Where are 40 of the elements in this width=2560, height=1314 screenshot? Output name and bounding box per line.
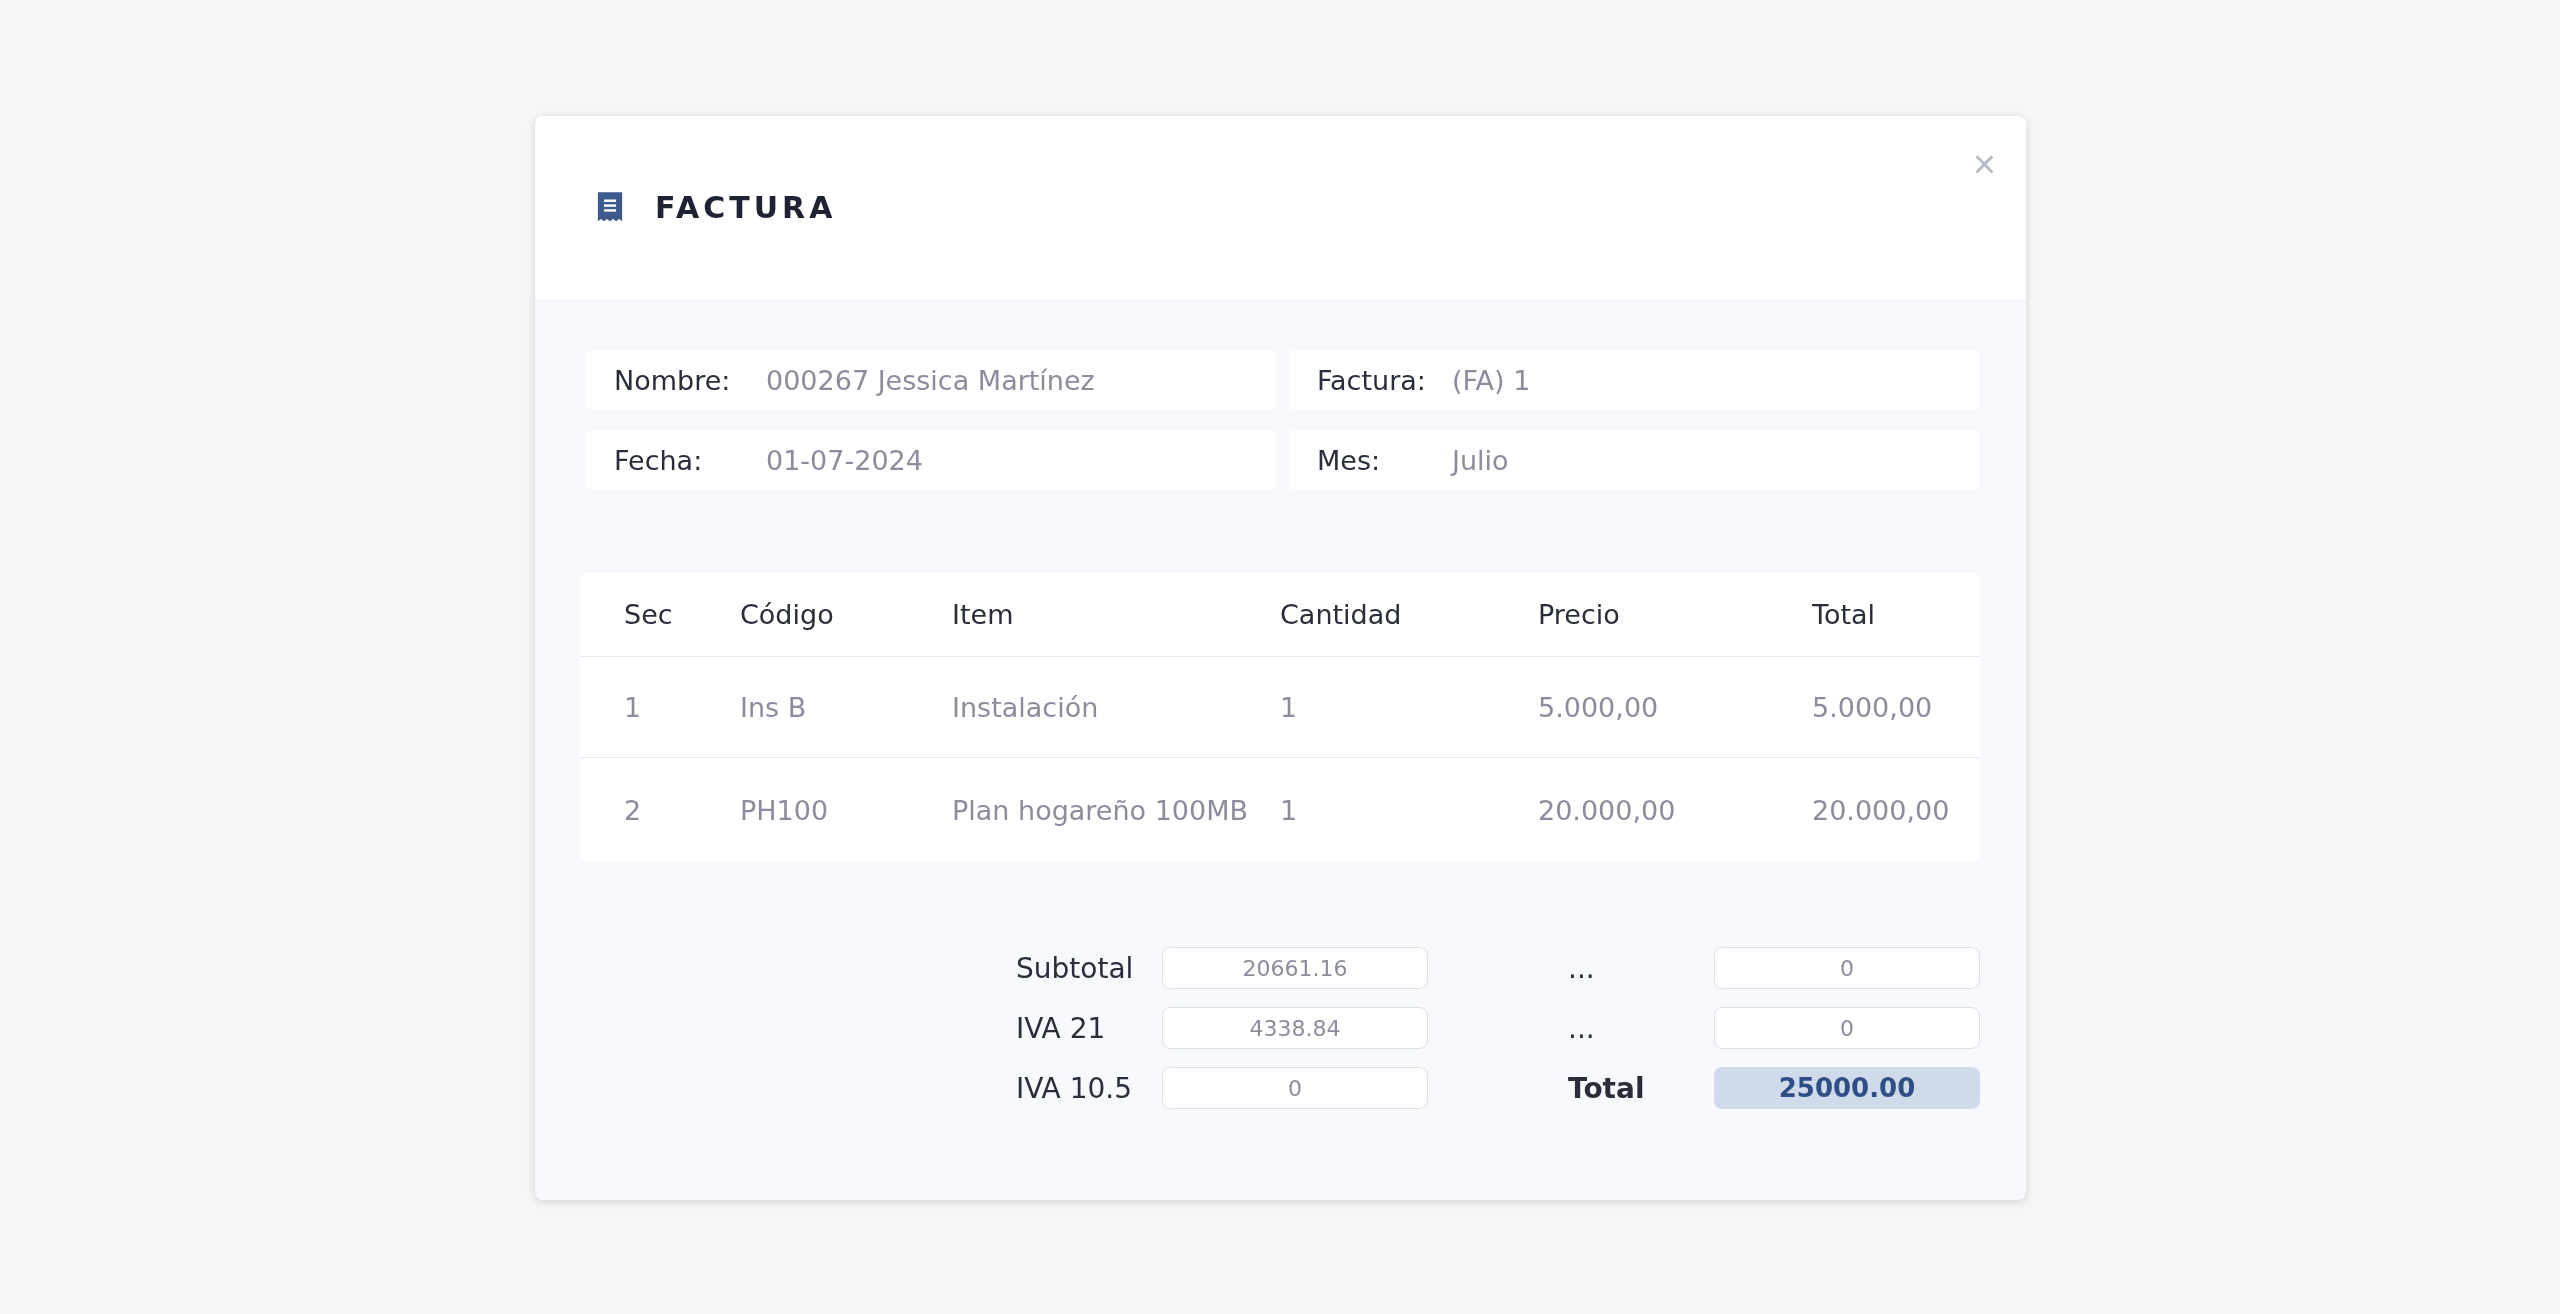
total-label: ... (1568, 951, 1596, 985)
table-cell-text: 5.000,00 (1812, 691, 1934, 723)
table-cell-text: 20.000,00 (1812, 794, 1951, 826)
column-header: Sec (624, 599, 674, 630)
field-label: Nombre: (614, 364, 732, 396)
amount-field[interactable]: 4338.84 (1162, 1007, 1428, 1049)
amount-field[interactable]: 0 (1162, 1067, 1428, 1109)
total-label: Total (1568, 1071, 1646, 1105)
table-cell-text: 5.000,00 (1538, 691, 1660, 723)
field-label: Mes: (1317, 444, 1382, 476)
total-label: Subtotal (1016, 951, 1135, 985)
table-cell-text: 1 (1280, 691, 1299, 723)
total-label: IVA 10.5 (1016, 1071, 1134, 1105)
total-label: ... (1568, 1011, 1596, 1045)
amount-field[interactable]: 0 (1714, 947, 1980, 989)
column-header: Cantidad (1280, 599, 1403, 630)
field-label: Factura: (1317, 364, 1427, 396)
close-button[interactable]: × (1964, 138, 2004, 191)
table-cell-text: Ins B (740, 691, 808, 723)
column-header: Precio (1538, 599, 1621, 630)
amount-field[interactable]: 0 (1714, 1007, 1980, 1049)
dialog-title: FACTURA (655, 190, 837, 225)
field-value: 01-07-2024 (766, 444, 923, 476)
total-label: IVA 21 (1016, 1011, 1107, 1045)
table-cell-text: Instalación (952, 691, 1100, 723)
column-header: Total (1812, 599, 1877, 630)
field-value: (FA) 1 (1452, 364, 1531, 396)
table-cell-text: 2 (624, 794, 643, 826)
amount-field[interactable]: 25000.00 (1714, 1067, 1980, 1109)
field-label: Fecha: (614, 444, 704, 476)
field-value: 000267 Jessica Martínez (766, 364, 1095, 396)
column-header: Item (952, 599, 1015, 630)
amount-field[interactable]: 20661.16 (1162, 947, 1428, 989)
table-cell-text: 1 (1280, 794, 1299, 826)
table-cell-text: 20.000,00 (1538, 794, 1677, 826)
table-cell-text: Plan hogareño 100MB (952, 794, 1250, 826)
table-cell-text: PH100 (740, 794, 830, 826)
column-header: Código (740, 599, 835, 630)
field-value: Julio (1452, 444, 1509, 476)
table-cell-text: 1 (624, 691, 643, 723)
